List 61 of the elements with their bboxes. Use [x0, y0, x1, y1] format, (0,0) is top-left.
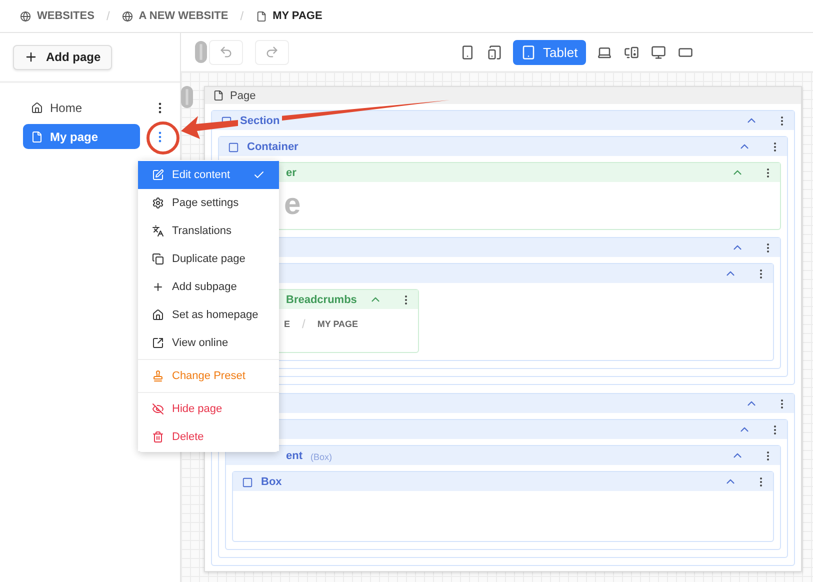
globe-icon [20, 10, 31, 22]
page-icon [256, 10, 267, 22]
page-item[interactable]: Home [23, 95, 140, 120]
heading-text: e [284, 188, 301, 222]
breadcrumb-item: MY PAGE [317, 319, 358, 329]
trash-icon [152, 431, 164, 443]
edit-icon [152, 169, 164, 181]
home-icon [31, 102, 43, 114]
menu-item[interactable]: View online [138, 329, 279, 357]
menu-item[interactable]: Delete [138, 423, 279, 451]
menu-item[interactable]: Duplicate page [138, 245, 279, 273]
block-title: Box [259, 476, 284, 488]
block-title: Section [238, 115, 282, 127]
block-type-label: (Box) [310, 452, 332, 462]
separator: / [240, 9, 244, 23]
translate-icon [152, 225, 164, 237]
devices-icon [487, 44, 502, 60]
square-icon [228, 142, 239, 153]
settings-icon [152, 197, 164, 209]
tablet-icon [521, 44, 536, 60]
menu-item[interactable]: Add subpage [138, 273, 279, 301]
page-icon [213, 90, 224, 101]
device-button[interactable]: Tablet [513, 40, 586, 64]
separator: / [106, 9, 110, 23]
frame-title: Page [230, 90, 256, 102]
menu-item[interactable]: Translations [138, 217, 279, 245]
block-title: er [284, 167, 298, 179]
breadcrumb-link[interactable]: WEBSITES [37, 10, 94, 22]
square-icon [242, 477, 253, 488]
breadcrumb-link[interactable]: MY PAGE [272, 10, 322, 22]
breadcrumb-item: E [284, 319, 290, 329]
breadcrumb-link[interactable]: A NEW WEBSITE [138, 10, 228, 22]
desktop-icon [624, 44, 639, 60]
copy-icon [152, 253, 164, 265]
drag-handle[interactable] [181, 86, 193, 108]
home-icon [152, 309, 164, 321]
monitor-icon [650, 44, 666, 60]
stamp-icon [152, 370, 164, 382]
check-icon [253, 169, 265, 181]
highlight-circle [146, 122, 180, 154]
menu-item[interactable]: Set as homepage [138, 301, 279, 329]
block-title: Breadcrumbs [284, 294, 359, 306]
block-title: ent [284, 450, 304, 462]
add-page-button[interactable]: Add page [13, 44, 112, 70]
eye-off-icon [152, 403, 164, 415]
block-title: Container [245, 141, 300, 153]
plus-icon [24, 50, 38, 64]
page-item[interactable]: My page [23, 124, 140, 149]
globe-icon [122, 10, 133, 22]
separator: / [302, 317, 306, 331]
menu-item[interactable]: Page settings [138, 189, 279, 217]
drag-handle[interactable] [195, 41, 207, 63]
laptop-icon [596, 44, 612, 60]
menu-item[interactable]: Edit content [138, 161, 279, 189]
phone-icon [460, 44, 475, 60]
menu-item[interactable]: Hide page [138, 395, 279, 423]
external-link-icon [152, 337, 164, 349]
undo-icon [219, 45, 233, 59]
redo-icon [265, 45, 279, 59]
page-icon [31, 130, 43, 142]
plus-icon [152, 281, 164, 293]
